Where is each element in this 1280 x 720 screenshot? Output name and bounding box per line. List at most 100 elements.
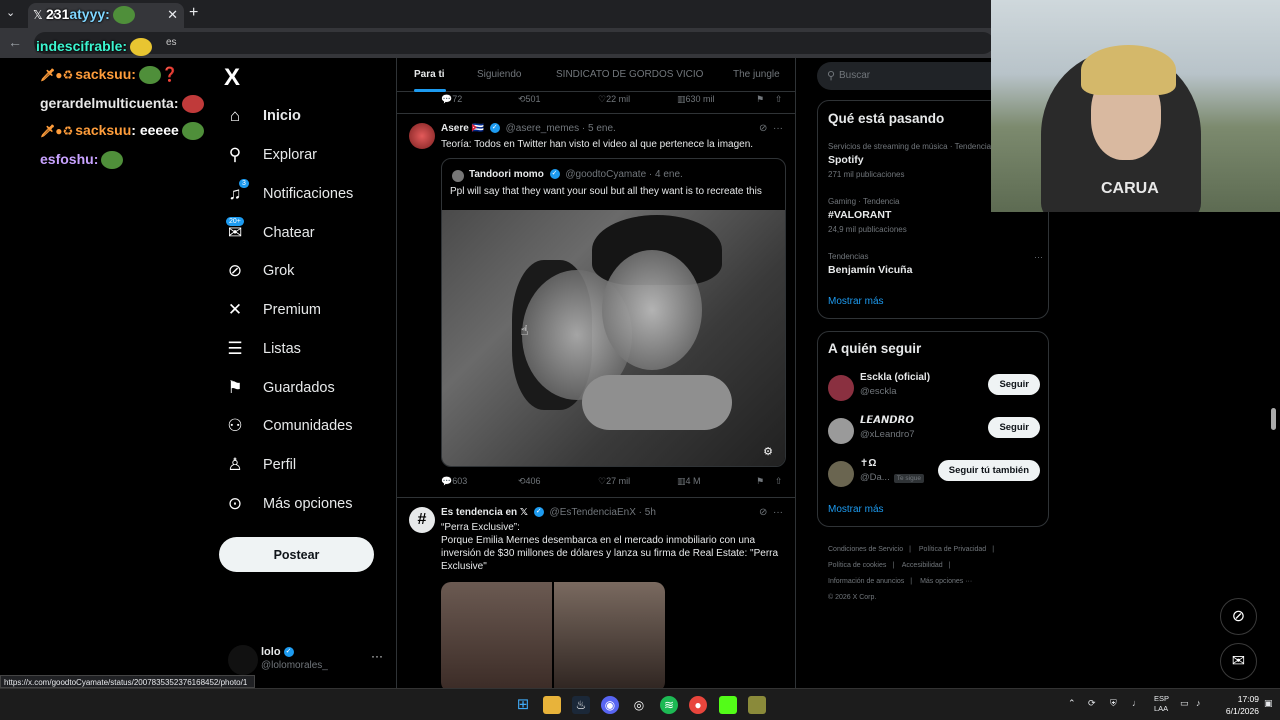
show-more-link[interactable]: Mostrar más	[828, 504, 884, 515]
tweet-time[interactable]: · 5h	[639, 507, 656, 518]
tweet-menu[interactable]: ⊘ ···	[759, 507, 783, 518]
nav-item-listas[interactable]: ☰ Listas	[224, 333, 301, 365]
tray-volume-icon[interactable]: ♪	[1196, 698, 1201, 708]
follow-suggestion[interactable]: ✝Ω @Da... Te sigue Seguir tú también	[828, 458, 1040, 488]
nav-label: Listas	[263, 341, 301, 357]
notification-icon[interactable]: ▣	[1264, 698, 1273, 709]
tray-sync-icon[interactable]: ⟳	[1088, 698, 1096, 709]
tray-display-icon[interactable]: ▭	[1180, 698, 1189, 709]
steam-icon[interactable]: ♨	[572, 696, 590, 714]
grok-fab-icon[interactable]: ⊘	[1220, 598, 1257, 635]
x-logo-icon[interactable]: X	[224, 64, 240, 92]
mail-icon: ✉	[227, 223, 243, 242]
suggestion-name: ✝Ω	[860, 458, 877, 469]
nav-label: Más opciones	[263, 496, 353, 512]
author-name[interactable]: Es tendencia en 𝕏	[441, 507, 528, 518]
more-circle-icon: ⊙	[227, 494, 243, 513]
app-icon[interactable]	[748, 696, 766, 714]
share-icon[interactable]: ⇧	[775, 476, 783, 487]
nav-item-premium[interactable]: ✕ Premium	[224, 294, 321, 326]
follow-back-button[interactable]: Seguir tú también	[937, 460, 1040, 481]
nav-item-inicio[interactable]: ⌂ Inicio	[224, 100, 301, 132]
bookmark-icon[interactable]: ⚑	[756, 94, 764, 105]
url-field[interactable]: es	[34, 32, 994, 54]
discord-icon[interactable]: ◉	[601, 696, 619, 714]
tab-search-chevron-icon[interactable]: ⌄	[6, 6, 15, 19]
new-tab-button[interactable]: +	[189, 4, 198, 22]
bookmark-icon[interactable]: ⚑	[756, 476, 764, 487]
views-button[interactable]: ▥ 4 M	[677, 476, 701, 487]
language-indicator[interactable]: ESP LAA	[1154, 694, 1169, 714]
post-button[interactable]: Postear	[219, 537, 374, 572]
nav-item-grok[interactable]: ⊘ Grok	[224, 255, 295, 287]
more-icon[interactable]: ···	[371, 649, 383, 663]
scrollbar-thumb[interactable]	[1271, 408, 1276, 430]
tweet-time[interactable]: · 5 ene.	[582, 123, 616, 134]
footer-link[interactable]: Más opciones ···	[920, 578, 972, 585]
footer-link[interactable]: Condiciones de Servicio	[828, 546, 903, 553]
like-button[interactable]: ♡ 27 mil	[598, 476, 630, 487]
account-switcher[interactable]: lolo ✓ @lolomorales_ ···	[228, 643, 388, 677]
tweet-images[interactable]	[441, 582, 665, 688]
tray-mic-icon[interactable]: ♩	[1132, 698, 1141, 708]
footer-link[interactable]: Accesibilidad	[902, 562, 943, 569]
tweet-menu[interactable]: ⊘ ···	[759, 123, 783, 134]
nav-item-guardados[interactable]: ⚑ Guardados	[224, 372, 334, 404]
tray-shield-icon[interactable]: ⛨	[1110, 698, 1117, 709]
views-button[interactable]: ▥ 630 mil	[677, 94, 715, 105]
media-settings-icon[interactable]: ⚙	[763, 445, 773, 458]
back-arrow-icon[interactable]: ←	[8, 34, 22, 50]
repost-button[interactable]: ⟲ 501	[518, 94, 541, 105]
reply-button[interactable]: 💬 603	[441, 476, 467, 487]
tweet-image[interactable]	[554, 582, 665, 688]
footer-link[interactable]: Política de Privacidad	[919, 546, 986, 553]
nav-item-notificaciones[interactable]: ♫ 3 Notificaciones	[224, 178, 353, 210]
trend-item[interactable]: Tendencias Benjamín Vicuña ···	[828, 252, 1043, 276]
webcam-overlay: CARUA	[991, 0, 1280, 212]
tray-chevron-icon[interactable]: ⌃	[1068, 698, 1076, 709]
obs-icon[interactable]: ◎	[630, 696, 648, 714]
author-name[interactable]: Asere	[441, 123, 469, 134]
tweet-image[interactable]	[441, 582, 552, 688]
tab-sindicato[interactable]: SINDICATO DE GORDOS VICIO	[556, 69, 703, 80]
author-handle[interactable]: @asere_memes	[506, 123, 580, 134]
more-icon[interactable]: ···	[1034, 252, 1043, 262]
x-favicon-icon: 𝕏	[33, 8, 43, 22]
footer-link[interactable]: Política de cookies	[828, 562, 886, 569]
quoted-tweet[interactable]: Tandoori momo ✓ @goodtoCyamate · 4 ene. …	[441, 158, 786, 467]
tab-close-icon[interactable]: ✕	[167, 7, 178, 23]
footer-link[interactable]: Información de anuncios	[828, 578, 904, 585]
nav-item-chatear[interactable]: ✉ 20+ Chatear	[224, 217, 315, 249]
status-url: https://x.com/goodtoCyamate/status/20078…	[0, 675, 255, 688]
follow-button[interactable]: Seguir	[988, 417, 1040, 438]
nav-item-comunidades[interactable]: ⚇ Comunidades	[224, 410, 352, 442]
hashtag-avatar-icon[interactable]: #	[409, 507, 435, 533]
file-explorer-icon[interactable]	[543, 696, 561, 714]
tab-the-jungle[interactable]: The jungle	[733, 69, 780, 80]
tab-para-ti[interactable]: Para ti	[414, 69, 445, 80]
repost-button[interactable]: ⟲ 406	[518, 476, 541, 487]
kick-icon[interactable]	[719, 696, 737, 714]
nav-item-perfil[interactable]: ♙ Perfil	[224, 449, 296, 481]
person-icon: ♙	[227, 455, 243, 474]
follow-button[interactable]: Seguir	[988, 374, 1040, 395]
quoted-photo[interactable]: ☝ ⚙	[442, 210, 785, 466]
nav-item-explorar[interactable]: ⚲ Explorar	[224, 139, 317, 171]
chat-text: : eeeee	[131, 122, 179, 138]
like-button[interactable]: ♡ 22 mil	[598, 94, 630, 105]
spotify-icon[interactable]: ≋	[660, 696, 678, 714]
tab-siguiendo[interactable]: Siguiendo	[477, 69, 521, 80]
avatar[interactable]	[409, 123, 435, 149]
follow-suggestion[interactable]: Esckla (oficial) @esckla Seguir	[828, 372, 1040, 402]
messages-fab-icon[interactable]: ✉	[1220, 643, 1257, 680]
windows-start-icon[interactable]: ⊞	[514, 696, 532, 714]
reply-button[interactable]: 💬 72	[441, 94, 462, 105]
nav-item-mas-opciones[interactable]: ⊙ Más opciones	[224, 488, 353, 520]
mouse-cursor-icon: ☝	[520, 322, 529, 338]
author-handle[interactable]: @EsTendenciaEnX	[550, 507, 636, 518]
show-more-link[interactable]: Mostrar más	[828, 296, 884, 307]
share-icon[interactable]: ⇧	[775, 94, 783, 105]
chrome-icon[interactable]: ●	[689, 696, 707, 714]
taskbar-clock[interactable]: 17:09 6/1/2026	[1211, 693, 1259, 717]
follow-suggestion[interactable]: 𝙇𝙀𝘼𝙉𝘿𝙍𝙊 @xLeandro7 Seguir	[828, 415, 1040, 445]
